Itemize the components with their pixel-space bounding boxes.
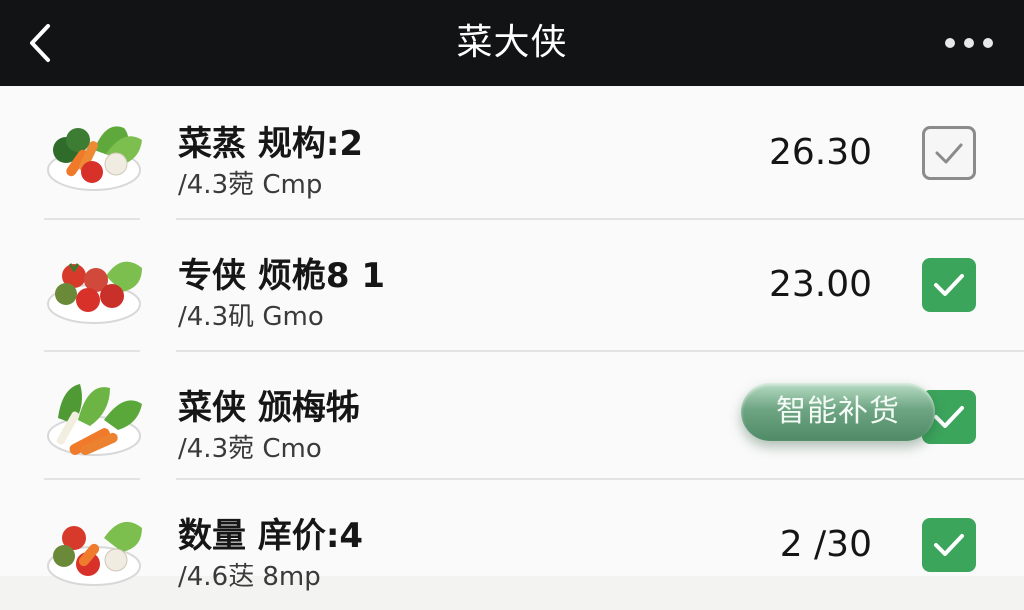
more-dots-icon bbox=[945, 38, 993, 48]
item-name: 专侠 烦桅8 1 bbox=[178, 256, 385, 296]
vegetable-plate-carrot-icon bbox=[44, 374, 146, 460]
top-nav-bar: 菜大侠 bbox=[0, 0, 1024, 86]
list-item[interactable]: 菜蒸 规构:2 /4.3菀 Cmp 26.30 bbox=[0, 86, 1024, 218]
item-name: 菜侠 颁梅牬 bbox=[178, 388, 360, 428]
select-checkbox[interactable] bbox=[922, 126, 976, 180]
page-title: 菜大侠 bbox=[456, 22, 568, 63]
smart-restock-button[interactable]: 智能补货 bbox=[741, 383, 935, 441]
select-checkbox[interactable] bbox=[922, 258, 976, 312]
vegetable-plate-broccoli-icon bbox=[44, 110, 146, 196]
item-spec: /4.3菀 Cmo bbox=[178, 434, 322, 464]
select-checkbox[interactable] bbox=[922, 518, 976, 572]
item-price: 23.00 bbox=[768, 264, 872, 305]
item-name: 菜蒸 规构:2 bbox=[178, 124, 364, 164]
list-item[interactable]: 专侠 烦桅8 1 /4.3矶 Gmo 23.00 bbox=[0, 218, 1024, 350]
checkmark-icon bbox=[935, 143, 963, 164]
checkmark-icon bbox=[934, 274, 964, 296]
checkmark-icon bbox=[934, 534, 964, 556]
vegetable-plate-mixed-icon bbox=[44, 502, 146, 588]
item-price: 2 /30 bbox=[779, 524, 872, 565]
product-list: 菜蒸 规构:2 /4.3菀 Cmp 26.30 专侠 烦桅8 1 /4.3矶 G… bbox=[0, 86, 1024, 592]
item-spec: /4.6荙 8mp bbox=[178, 562, 321, 592]
list-item[interactable]: 数量 庠价:4 /4.6荙 8mp 2 /30 bbox=[0, 478, 1024, 610]
item-name: 数量 庠价:4 bbox=[178, 516, 364, 556]
vegetable-plate-tomato-icon bbox=[44, 242, 146, 328]
more-options-button[interactable] bbox=[942, 30, 996, 56]
item-price: 26.30 bbox=[768, 132, 872, 173]
item-spec: /4.3矶 Gmo bbox=[178, 302, 324, 332]
item-spec: /4.3菀 Cmp bbox=[178, 170, 323, 200]
